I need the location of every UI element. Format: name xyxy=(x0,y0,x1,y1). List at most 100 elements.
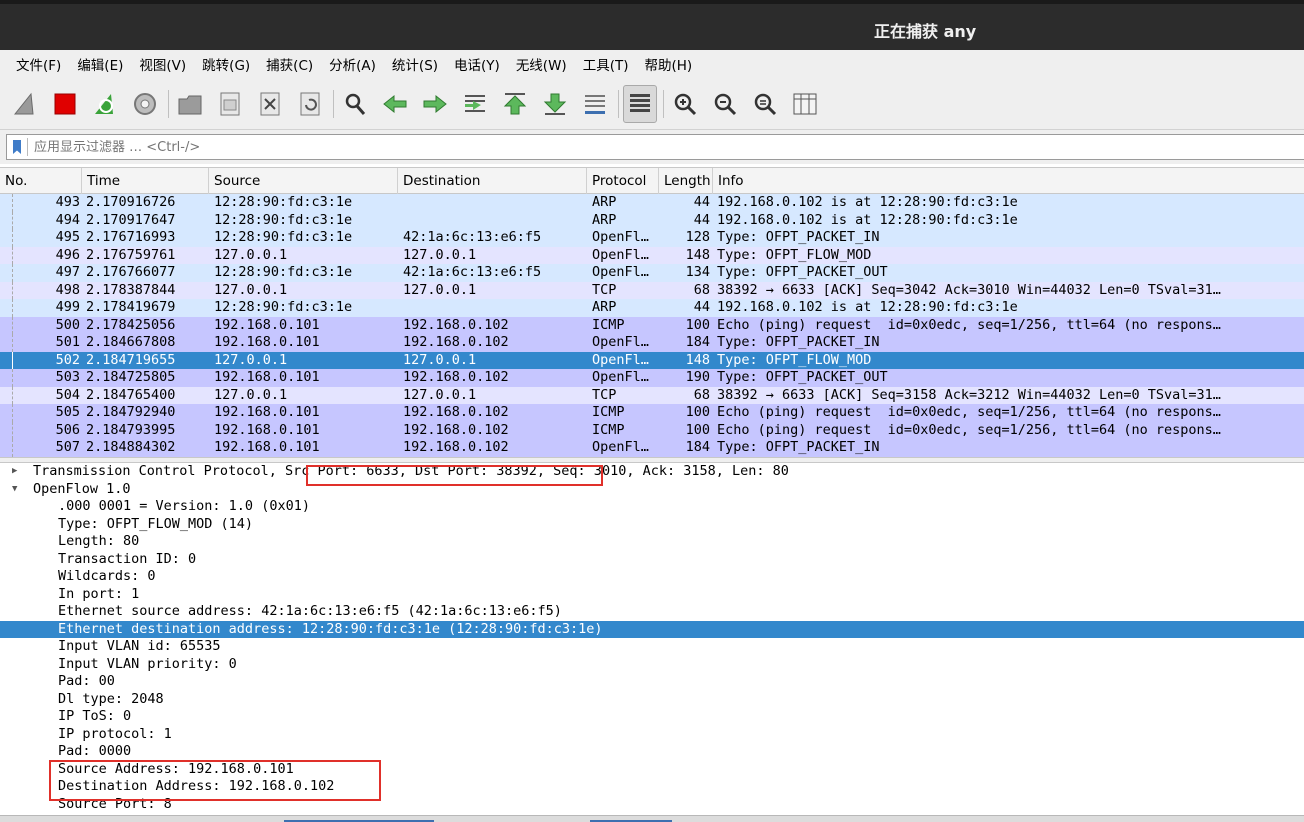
detail-row[interactable]: Dl type: 2048 xyxy=(0,691,1304,709)
reload-file-button[interactable] xyxy=(293,85,327,123)
menu-item-4[interactable]: 捕获(C) xyxy=(258,54,321,74)
packet-cell-len: 68 xyxy=(693,281,710,298)
packet-row[interactable]: 495 2.176716993 12:28:90:fd:c3:1e 42:1a:6c:… xyxy=(0,229,1304,247)
detail-row[interactable]: Pad: 00 xyxy=(0,673,1304,691)
detail-row[interactable]: In port: 1 xyxy=(0,586,1304,604)
detail-row[interactable]: Pad: 0000 xyxy=(0,743,1304,761)
menu-item-0[interactable]: 文件(F) xyxy=(8,54,69,74)
resize-columns-button[interactable] xyxy=(788,85,822,123)
detail-row[interactable]: Destination Address: 192.168.0.102 xyxy=(0,778,1304,796)
detail-row[interactable]: Type: OFPT_FLOW_MOD (14) xyxy=(0,516,1304,534)
packet-cell-src: 12:28:90:fd:c3:1e xyxy=(214,194,353,210)
go-first-icon xyxy=(503,92,527,114)
menu-item-9[interactable]: 工具(T) xyxy=(575,54,637,74)
packet-cell-dst: 127.0.0.1 xyxy=(403,281,477,298)
collapse-arrow-icon[interactable]: ▶ xyxy=(12,463,22,481)
detail-row[interactable]: Length: 80 xyxy=(0,533,1304,551)
detail-row[interactable]: Source Address: 192.168.0.101 xyxy=(0,761,1304,779)
go-last-button[interactable] xyxy=(538,85,572,123)
normal-size-button[interactable] xyxy=(748,85,782,123)
related-packet-marker xyxy=(12,334,13,352)
toolbar-separator xyxy=(618,89,619,118)
auto-scroll-button[interactable] xyxy=(578,85,612,123)
menu-item-5[interactable]: 分析(A) xyxy=(321,54,384,74)
detail-text: Pad: 0000 xyxy=(58,743,132,759)
detail-row[interactable]: Source Port: 8 xyxy=(0,796,1304,814)
menu-item-7[interactable]: 电话(Y) xyxy=(446,54,508,74)
packet-row[interactable]: 499 2.178419679 12:28:90:fd:c3:1e ARP 44 192.… xyxy=(0,299,1304,317)
capture-options-button[interactable] xyxy=(128,85,162,123)
packet-cell-info: 38392 → 6633 [ACK] Seq=3158 Ack=3212 Win… xyxy=(717,386,1221,403)
column-header-source[interactable]: Source xyxy=(209,168,398,194)
packet-row[interactable]: 498 2.178387844 127.0.0.1 127.0.0.1 TCP 68 383… xyxy=(0,281,1304,299)
packet-row[interactable]: 497 2.176766077 12:28:90:fd:c3:1e 42:1a:6c:… xyxy=(0,264,1304,282)
menu-item-6[interactable]: 统计(S) xyxy=(384,54,446,74)
expand-arrow-icon[interactable]: ▼ xyxy=(12,481,22,499)
menu-item-3[interactable]: 跳转(G) xyxy=(194,54,258,74)
bookmark-icon[interactable] xyxy=(13,140,21,154)
stop-capture-button[interactable] xyxy=(48,85,82,123)
go-to-packet-button[interactable] xyxy=(458,85,492,123)
detail-row[interactable]: Ethernet destination address: 12:28:90:f… xyxy=(0,620,1304,638)
go-back-button[interactable] xyxy=(378,85,412,123)
detail-row[interactable]: IP ToS: 0 xyxy=(0,708,1304,726)
detail-row[interactable]: ▶ Transmission Control Protocol, Src Port… xyxy=(0,463,1304,481)
detail-row[interactable]: Input VLAN priority: 0 xyxy=(0,656,1304,674)
detail-row[interactable]: Ethernet source address: 42:1a:6c:13:e6:… xyxy=(0,603,1304,621)
detail-row[interactable]: Input VLAN id: 65535 xyxy=(0,638,1304,656)
packet-cell-no: 497 xyxy=(55,264,80,280)
restart-capture-button[interactable] xyxy=(88,85,122,123)
packet-row[interactable]: 494 2.170917647 12:28:90:fd:c3:1e ARP 44 192.… xyxy=(0,211,1304,229)
detail-row[interactable]: Transaction ID: 0 xyxy=(0,551,1304,569)
packet-row[interactable]: 503 2.184725805 192.168.0.101 192.168.0.102… xyxy=(0,369,1304,387)
open-file-button[interactable] xyxy=(173,85,207,123)
detail-text: Source Address: 192.168.0.101 xyxy=(58,760,294,777)
colorize-button[interactable] xyxy=(623,84,657,123)
column-header-no[interactable]: No. xyxy=(0,168,82,194)
packet-cell-time: 2.170917647 xyxy=(86,211,176,228)
packet-cell-proto: ARP xyxy=(592,299,617,315)
packet-cell-no: 501 xyxy=(55,334,80,350)
column-header-info[interactable]: Info xyxy=(713,168,1304,194)
packet-row[interactable]: 504 2.184765400 127.0.0.1 127.0.0.1 TCP 68 383… xyxy=(0,386,1304,404)
zoom-out-button[interactable] xyxy=(708,85,742,123)
menu-item-8[interactable]: 无线(W) xyxy=(508,54,575,74)
menu-item-10[interactable]: 帮助(H) xyxy=(636,54,700,74)
column-header-length[interactable]: Length xyxy=(659,168,713,194)
packet-row[interactable]: 502 2.184719655 127.0.0.1 127.0.0.1 OpenFl… 1… xyxy=(0,351,1304,369)
detail-row[interactable]: .000 0001 = Version: 1.0 (0x01) xyxy=(0,498,1304,516)
packet-cell-len: 184 xyxy=(685,334,710,350)
detail-text: Dl type: 2048 xyxy=(58,690,164,707)
column-header-destination[interactable]: Destination xyxy=(398,168,587,194)
packet-cell-no: 503 xyxy=(55,369,80,385)
close-file-button[interactable] xyxy=(253,85,287,123)
packet-row[interactable]: 506 2.184793995 192.168.0.101 192.168.0.102… xyxy=(0,421,1304,439)
column-header-protocol[interactable]: Protocol xyxy=(587,168,659,194)
colorize-icon xyxy=(630,93,650,112)
packet-row[interactable]: 493 2.170916726 12:28:90:fd:c3:1e ARP 44 192.… xyxy=(0,194,1304,212)
display-filter-input[interactable] xyxy=(34,139,634,155)
packet-list[interactable]: No. Time Source Destination Protocol Len… xyxy=(0,167,1304,457)
packet-details-pane[interactable]: ▶ Transmission Control Protocol, Src Port… xyxy=(0,463,1304,815)
detail-row[interactable]: IP protocol: 1 xyxy=(0,726,1304,744)
packet-row[interactable]: 501 2.184667808 192.168.0.101 192.168.0.102… xyxy=(0,334,1304,352)
zoom-in-button[interactable] xyxy=(668,85,702,123)
close-file-icon xyxy=(260,92,280,115)
find-packet-button[interactable] xyxy=(338,85,372,123)
menu-item-1[interactable]: 编辑(E) xyxy=(69,54,131,74)
detail-row[interactable]: ▼ OpenFlow 1.0 xyxy=(0,481,1304,499)
save-file-button[interactable] xyxy=(213,85,247,123)
menu-item-2[interactable]: 视图(V) xyxy=(131,54,194,74)
packet-row[interactable]: 505 2.184792940 192.168.0.101 192.168.0.102… xyxy=(0,404,1304,422)
packet-cell-proto: OpenFl… xyxy=(592,334,649,350)
packet-row[interactable]: 507 2.184884302 192.168.0.101 192.168.0.102… xyxy=(0,439,1304,457)
go-forward-button[interactable] xyxy=(418,85,452,123)
packet-cell-src: 192.168.0.101 xyxy=(214,369,320,385)
packet-row[interactable]: 496 2.176759761 127.0.0.1 127.0.0.1 OpenFl… 1… xyxy=(0,246,1304,264)
go-first-button[interactable] xyxy=(498,85,532,123)
column-header-time[interactable]: Time xyxy=(82,168,209,194)
packet-row[interactable]: 500 2.178425056 192.168.0.101 192.168.0.102… xyxy=(0,316,1304,334)
packet-cell-time: 2.170916726 xyxy=(86,194,176,210)
shark-fin-start-button[interactable] xyxy=(8,85,42,123)
detail-row[interactable]: Wildcards: 0 xyxy=(0,568,1304,586)
